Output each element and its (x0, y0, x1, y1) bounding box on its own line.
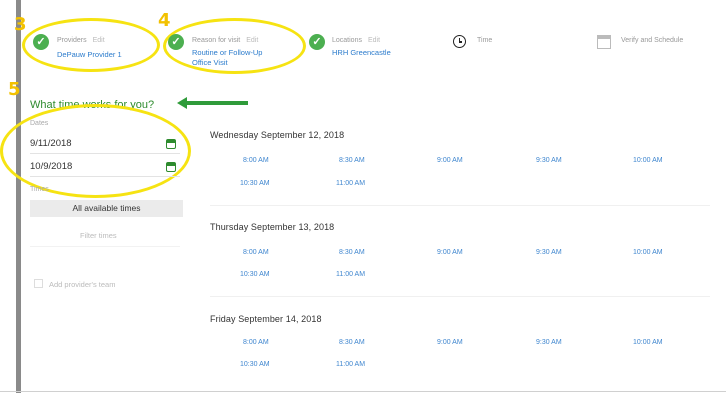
dates-label: Dates (30, 120, 49, 127)
step-reason-label: Reason for visit Edit (192, 37, 259, 44)
calendar-icon (597, 35, 611, 49)
check-icon: ✓ (309, 34, 325, 50)
time-slot[interactable]: 9:00 AM (437, 157, 463, 164)
time-slot[interactable]: 9:00 AM (437, 249, 463, 256)
time-slot[interactable]: 11:00 AM (336, 180, 365, 187)
time-slot[interactable]: 10:30 AM (240, 180, 270, 187)
day-heading: Friday September 14, 2018 (210, 314, 322, 324)
step-providers-label: Providers Edit (57, 37, 105, 44)
time-slot[interactable]: 10:30 AM (240, 361, 270, 368)
time-slot[interactable]: 11:00 AM (336, 361, 365, 368)
calendar-icon[interactable] (166, 162, 176, 172)
edit-link[interactable]: Edit (246, 37, 258, 44)
start-date-input[interactable]: 9/11/2018 (30, 138, 72, 149)
divider (30, 176, 180, 177)
time-slot[interactable]: 8:30 AM (339, 157, 365, 164)
time-slot[interactable]: 11:00 AM (336, 271, 365, 278)
annotation-number-3: 3 (14, 14, 27, 35)
clock-icon (453, 35, 466, 48)
annotation-arrow-line (186, 101, 248, 105)
all-times-button[interactable]: All available times (30, 200, 183, 217)
add-team-checkbox[interactable] (34, 279, 43, 288)
annotation-oval-dates (0, 104, 191, 198)
add-team-label: Add provider's team (49, 280, 116, 289)
divider (30, 153, 180, 154)
edit-link[interactable]: Edit (93, 37, 105, 44)
time-slot[interactable]: 9:30 AM (536, 157, 562, 164)
time-slot[interactable]: 9:00 AM (437, 339, 463, 346)
time-slot[interactable]: 9:30 AM (536, 249, 562, 256)
filter-times-link[interactable]: Filter times (80, 231, 117, 240)
bottom-border (0, 391, 726, 392)
check-icon: ✓ (33, 34, 49, 50)
step-time-label: Time (477, 37, 493, 44)
time-slot[interactable]: 8:00 AM (243, 157, 269, 164)
divider (210, 296, 710, 297)
time-slot[interactable]: 10:00 AM (633, 339, 663, 346)
step-verify-label: Verify and Schedule (621, 37, 684, 44)
divider (210, 205, 710, 206)
edit-link[interactable]: Edit (368, 37, 380, 44)
time-slot[interactable]: 10:00 AM (633, 157, 663, 164)
divider (30, 246, 180, 247)
time-slot[interactable]: 8:30 AM (339, 339, 365, 346)
time-slot[interactable]: 8:00 AM (243, 339, 269, 346)
check-icon: ✓ (168, 34, 184, 50)
time-slot[interactable]: 9:30 AM (536, 339, 562, 346)
time-slot[interactable]: 8:30 AM (339, 249, 365, 256)
calendar-icon[interactable] (166, 139, 176, 149)
step-providers-value[interactable]: DePauw Provider 1 (57, 50, 122, 60)
step-locations-value[interactable]: HRH Greencastle (332, 48, 391, 58)
left-border-bar (16, 0, 21, 393)
time-slot[interactable]: 8:00 AM (243, 249, 269, 256)
step-locations-label: Locations Edit (332, 37, 381, 44)
time-slot[interactable]: 10:30 AM (240, 271, 270, 278)
day-heading: Thursday September 13, 2018 (210, 222, 335, 232)
annotation-oval-reason (163, 18, 306, 74)
time-slot[interactable]: 10:00 AM (633, 249, 663, 256)
annotation-number-5: 5 (8, 79, 21, 100)
day-heading: Wednesday September 12, 2018 (210, 130, 345, 140)
end-date-input[interactable]: 10/9/2018 (30, 161, 72, 172)
step-reason-value-line-1[interactable]: Routine or Follow-Up (192, 48, 262, 58)
times-label: Times (30, 186, 49, 193)
annotation-number-4: 4 (158, 10, 171, 31)
step-reason-value-line-2[interactable]: Office Visit (192, 58, 228, 68)
